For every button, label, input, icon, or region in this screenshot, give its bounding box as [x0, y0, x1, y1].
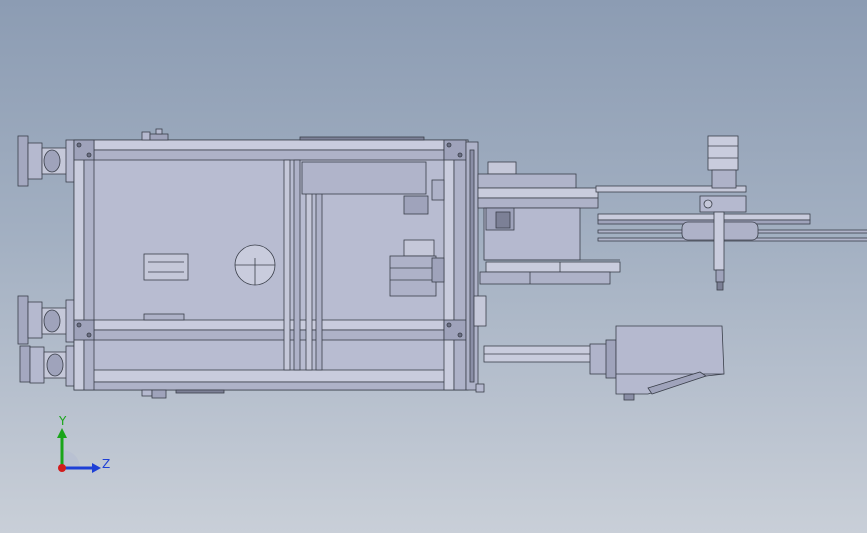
end-housing[interactable] — [615, 325, 725, 401]
assembly-side-view[interactable] — [0, 0, 867, 533]
y-axis-label: Y — [59, 414, 67, 428]
slide-arm[interactable] — [479, 261, 621, 285]
bottom-clamp[interactable] — [141, 389, 225, 399]
motor-assembly[interactable] — [681, 135, 759, 291]
z-axis-label: Z — [102, 457, 111, 471]
telescopic-cylinder[interactable] — [483, 339, 617, 379]
orientation-triad — [57, 428, 101, 473]
upper-carriage[interactable] — [477, 161, 620, 261]
round-port[interactable] — [234, 244, 276, 286]
top-clamp[interactable] — [141, 128, 425, 141]
cad-graphics-viewport[interactable]: Y Z — [0, 0, 867, 533]
caster-bottom[interactable] — [19, 345, 75, 387]
x-axis-dot — [58, 464, 66, 472]
caster-middle[interactable] — [17, 295, 75, 345]
caster-top[interactable] — [17, 135, 75, 187]
